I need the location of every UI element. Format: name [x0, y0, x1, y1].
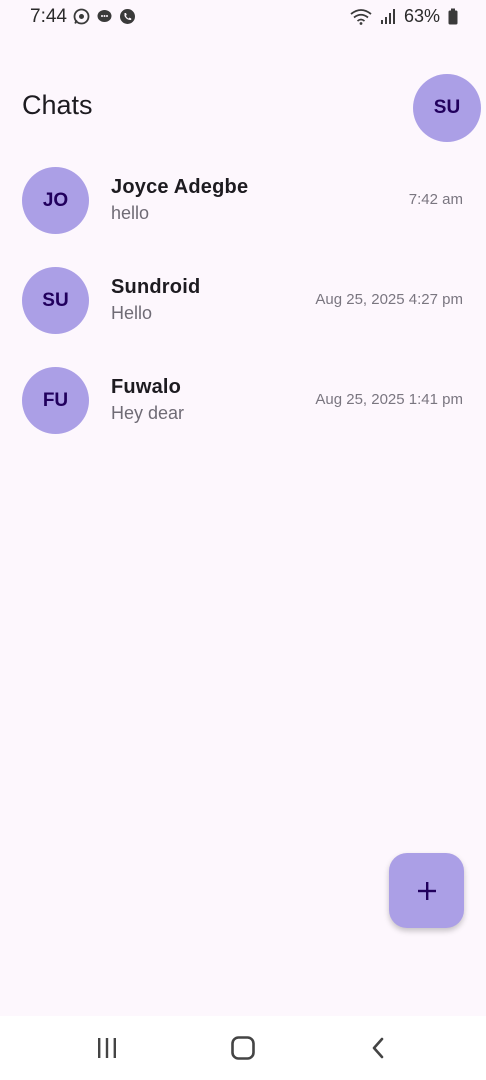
- message-preview: hello: [111, 203, 150, 223]
- system-status: 63%: [350, 6, 458, 27]
- recent-apps-button[interactable]: [87, 1032, 127, 1064]
- page-title: Chats: [22, 90, 93, 120]
- chat-list-item[interactable]: JO Joyce Adegbe hello 7:42 am: [0, 167, 486, 267]
- profile-avatar-button[interactable]: SU: [413, 74, 481, 142]
- wifi-icon: [350, 8, 372, 25]
- contact-name: Fuwalo: [111, 376, 182, 398]
- contact-name: Sundroid: [111, 276, 201, 298]
- whatsapp-icon: [73, 8, 90, 25]
- message-preview: Hey dear: [111, 403, 185, 423]
- contact-name: Joyce Adegbe: [111, 176, 249, 198]
- status-time: 7:44: [30, 6, 67, 27]
- avatar: SU: [22, 267, 89, 334]
- signal-icon: [380, 8, 396, 25]
- back-button[interactable]: [359, 1032, 399, 1064]
- home-button[interactable]: [223, 1032, 263, 1064]
- chat-list-item[interactable]: SU Sundroid Hello Aug 25, 2025 4:27 pm: [0, 267, 486, 367]
- message-time: Aug 25, 2025 4:27 pm: [315, 291, 463, 308]
- plus-icon: [417, 881, 436, 900]
- avatar: JO: [22, 167, 89, 234]
- battery-icon: [448, 8, 458, 25]
- status-bar: 7:44 63%: [0, 0, 486, 34]
- notification-icons: [73, 8, 136, 25]
- recent-apps-icon: [98, 1038, 116, 1058]
- battery-percent: 63%: [403, 6, 440, 26]
- message-time: Aug 25, 2025 1:41 pm: [315, 391, 463, 408]
- chat-list-item[interactable]: FU Fuwalo Hey dear Aug 25, 2025 1:41 pm: [0, 367, 486, 467]
- home-icon: [231, 1036, 255, 1060]
- chat-bubble-icon: [96, 8, 113, 25]
- system-nav-bar: [0, 1016, 486, 1080]
- avatar: FU: [22, 367, 89, 434]
- new-chat-button[interactable]: [389, 853, 464, 928]
- message-preview: Hello: [111, 303, 153, 323]
- back-icon: [372, 1037, 384, 1059]
- phone-icon: [119, 8, 136, 25]
- message-time: 7:42 am: [408, 191, 463, 208]
